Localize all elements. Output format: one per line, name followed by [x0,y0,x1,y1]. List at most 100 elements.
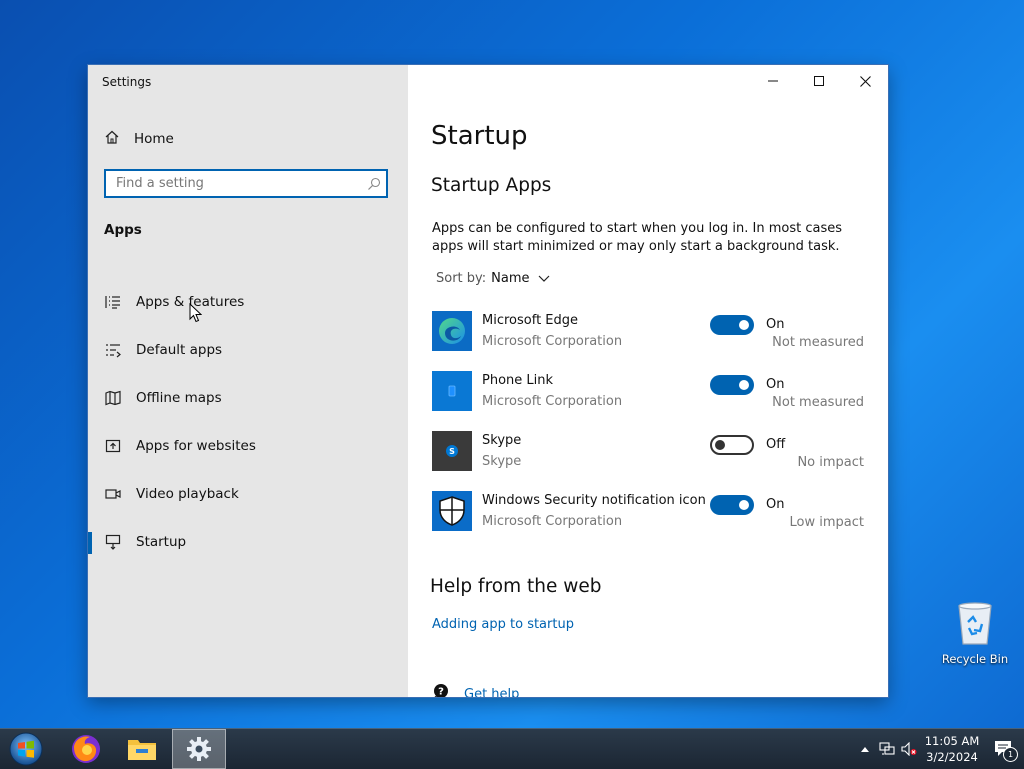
clock[interactable]: 11:05 AM 3/2/2024 [920,733,984,765]
mouse-cursor-icon [189,302,203,327]
app-name: Skype [482,433,522,448]
clock-date: 3/2/2024 [926,750,978,764]
app-name: Microsoft Edge [482,313,579,328]
start-button[interactable] [0,729,52,769]
action-center-button[interactable]: 1 [984,729,1024,769]
sidebar-item-startup[interactable]: Startup [88,518,408,566]
app-toggle[interactable] [710,435,754,455]
toggle-state: Off [766,437,786,452]
sidebar-item-offline-maps[interactable]: Offline maps [88,374,408,422]
shield-icon [432,491,472,531]
toggle-state: On [766,497,785,512]
show-hidden-icons-button[interactable] [854,729,876,769]
app-name: Windows Security notification icon [482,493,706,508]
search-box[interactable] [104,169,388,198]
window-title: Settings [102,75,152,89]
chat-help-icon: ? [432,683,450,697]
sidebar-item-label: Default apps [136,342,223,358]
taskbar: 11:05 AM 3/2/2024 1 [0,728,1024,769]
caption-buttons [750,65,888,97]
help-link-adding-app[interactable]: Adding app to startup [432,617,574,632]
app-publisher: Microsoft Corporation [482,334,623,349]
startup-description: Apps can be configured to start when you… [432,221,843,254]
app-publisher: Skype [482,454,522,469]
external-window-icon [104,437,122,455]
sort-by-value: Name [491,271,530,286]
phone-link-icon [432,371,472,411]
startup-impact: No impact [797,455,864,470]
sidebar-item-apps-features[interactable]: Apps & features [88,278,408,326]
home-icon [104,129,120,149]
startup-icon [104,533,122,551]
edge-icon [432,311,472,351]
sidebar-item-label: Apps for websites [136,438,256,454]
svg-text:S: S [449,447,455,456]
startup-impact: Not measured [772,395,864,410]
sidebar-nav: Apps & features Default apps Offline map… [88,278,408,566]
list-icon [104,293,122,311]
sidebar-item-video-playback[interactable]: Video playback [88,470,408,518]
recycle-bin-icon [954,602,996,650]
get-help-link[interactable]: Get help [464,687,519,698]
sidebar-item-apps-for-websites[interactable]: Apps for websites [88,422,408,470]
app-toggle[interactable] [710,315,754,335]
app-toggle[interactable] [710,495,754,515]
startup-impact: Not measured [772,335,864,350]
close-icon [859,75,871,87]
app-publisher: Microsoft Corporation [482,514,623,529]
map-icon [104,389,122,407]
sidebar-item-label: Video playback [136,486,239,502]
main-content: Startup Startup Apps Apps can be configu… [408,65,888,697]
page-title: Startup [431,121,528,151]
default-apps-icon [104,341,122,359]
app-publisher: Microsoft Corporation [482,394,623,409]
maximize-icon [814,76,824,86]
startup-app-row: S Skype Skype Off No impact [432,431,864,491]
startup-apps-heading: Startup Apps [431,175,552,196]
recycle-bin-label: Recycle Bin [941,652,1009,666]
toggle-state: On [766,317,785,332]
startup-impact: Low impact [789,515,864,530]
section-title: Apps [104,222,142,238]
firefox-taskbar-button[interactable] [60,729,112,769]
home-label: Home [134,131,174,147]
toggle-state: On [766,377,785,392]
chevron-up-icon [861,747,869,752]
minimize-icon [768,80,778,82]
volume-muted-icon[interactable] [898,729,920,769]
startup-app-row: Microsoft Edge Microsoft Corporation On … [432,311,864,371]
firefox-icon [72,735,100,763]
home-nav-item[interactable]: Home [104,128,174,150]
sidebar-item-default-apps[interactable]: Default apps [88,326,408,374]
file-explorer-taskbar-button[interactable] [116,729,168,769]
chevron-down-icon [538,275,550,283]
search-icon[interactable] [362,171,386,196]
sidebar: Settings Home Apps Apps & features [88,65,408,697]
minimize-button[interactable] [750,65,796,97]
startup-app-row: Phone Link Microsoft Corporation On Not … [432,371,864,431]
gear-icon [187,737,211,761]
maximize-button[interactable] [796,65,842,97]
sort-by-label: Sort by: [436,271,487,286]
close-button[interactable] [842,65,888,97]
help-heading: Help from the web [430,576,602,597]
sort-by-dropdown[interactable]: Sort by: Name [436,271,550,286]
svg-text:?: ? [438,687,444,698]
network-icon[interactable] [876,729,898,769]
folder-icon [128,740,156,760]
system-tray: 11:05 AM 3/2/2024 1 [854,729,1024,769]
app-toggle[interactable] [710,375,754,395]
sidebar-item-label: Offline maps [136,390,222,406]
app-name: Phone Link [482,373,554,388]
settings-window: Settings Home Apps Apps & features [88,65,888,697]
skype-icon: S [432,431,472,471]
notification-badge: 1 [1003,747,1018,762]
get-help-row[interactable]: ? Get help [432,683,519,697]
startup-apps-list: Microsoft Edge Microsoft Corporation On … [432,311,864,551]
search-input[interactable] [106,176,362,191]
windows-orb-icon [9,732,43,766]
settings-taskbar-button[interactable] [172,729,226,769]
sidebar-item-label: Startup [136,534,187,550]
video-icon [104,485,122,503]
recycle-bin-shortcut[interactable]: Recycle Bin [940,600,1010,666]
